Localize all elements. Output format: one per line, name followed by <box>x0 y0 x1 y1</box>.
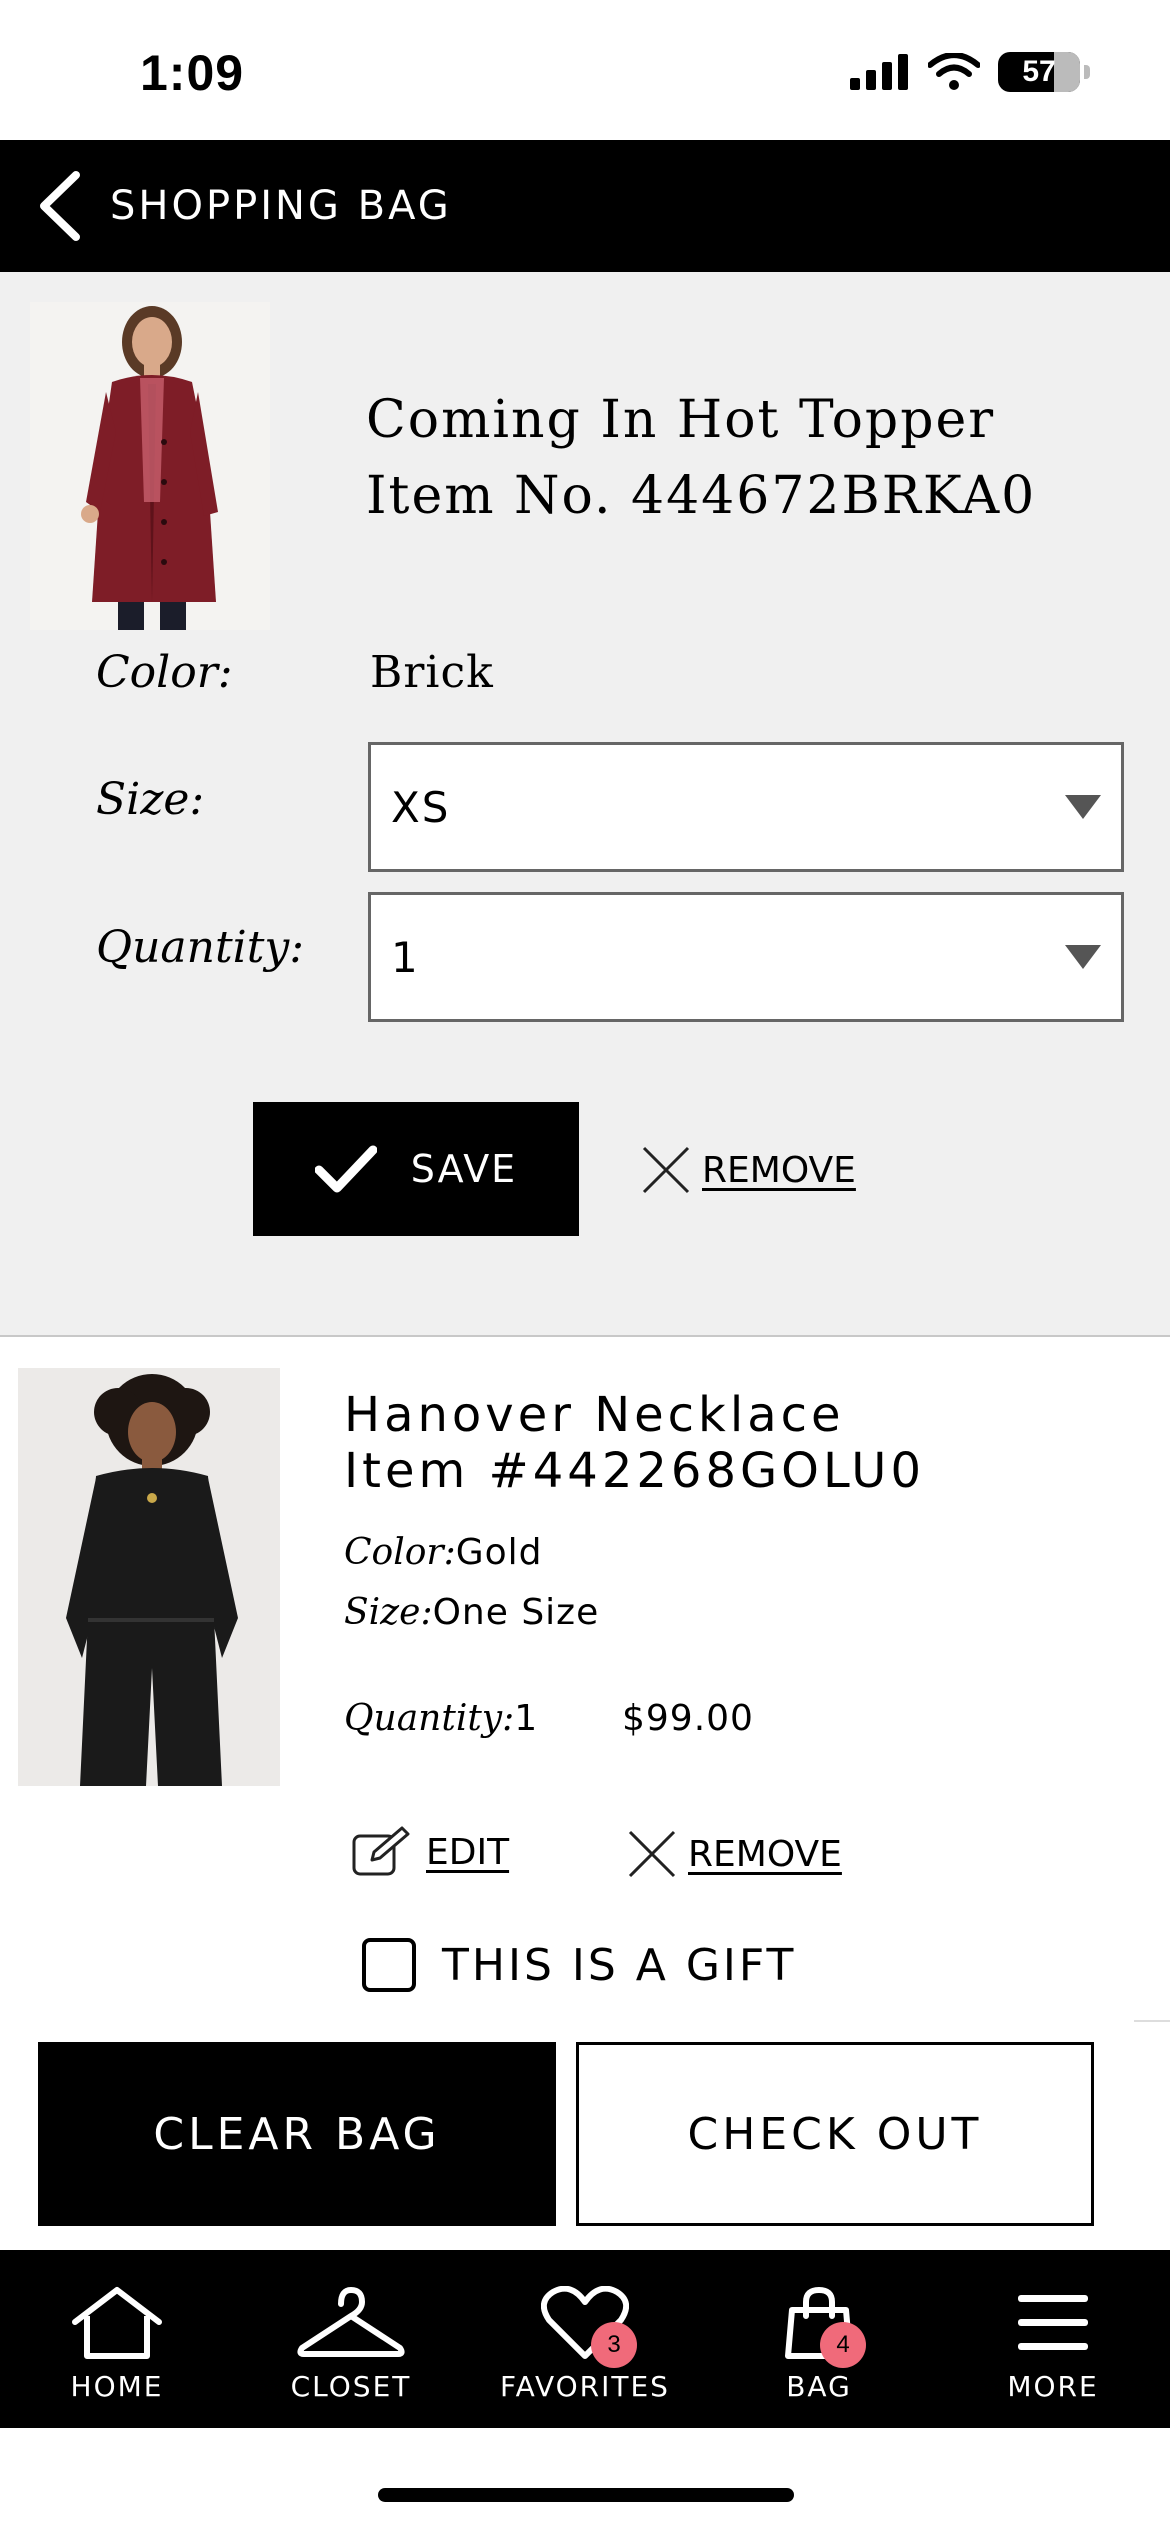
close-icon <box>642 1146 690 1194</box>
clear-bag-button[interactable]: CLEAR BAG <box>38 2042 556 2226</box>
favorites-badge: 3 <box>591 2322 637 2368</box>
size-row: Size:One Size <box>344 1592 599 1633</box>
tab-home[interactable]: HOME <box>0 2250 234 2428</box>
color-value: Brick <box>370 647 494 698</box>
color-row: Color:Gold <box>344 1532 543 1573</box>
tab-label: BAG <box>786 2370 852 2403</box>
remove-button[interactable]: REMOVE <box>626 1828 842 1880</box>
tab-more[interactable]: MORE <box>936 2250 1170 2428</box>
product-name: Hanover Necklace <box>344 1387 845 1443</box>
size-select[interactable]: XS <box>368 742 1124 872</box>
edit-button[interactable]: EDIT <box>350 1826 509 1878</box>
quantity-label: Quantity: <box>344 1698 515 1739</box>
home-icon <box>72 2287 162 2359</box>
bag-badge: 4 <box>820 2322 866 2368</box>
hanger-icon <box>297 2287 405 2357</box>
product-info: Hanover Necklace Item #442268GOLU0 <box>344 1387 925 1499</box>
gift-checkbox[interactable] <box>362 1938 416 1992</box>
status-icons: 57 <box>850 52 1090 92</box>
quantity-label: Quantity: <box>96 922 305 973</box>
checkmark-icon <box>314 1145 377 1193</box>
tab-label: MORE <box>1007 2370 1099 2403</box>
remove-button[interactable]: REMOVE <box>640 1144 856 1196</box>
action-bar: CLEAR BAG CHECK OUT <box>0 2022 1170 2250</box>
product-info: Coming In Hot Topper Item No. 444672BRKA… <box>366 382 1036 534</box>
gift-label: THIS IS A GIFT <box>442 1939 797 1991</box>
product-item-number: Item No. 444672BRKA0 <box>366 466 1037 526</box>
page-title: SHOPPING BAG <box>110 183 452 229</box>
tab-bag[interactable]: 4 BAG <box>702 2250 936 2428</box>
color-label: Color: <box>96 647 233 698</box>
close-icon <box>628 1830 676 1878</box>
product-name: Coming In Hot Topper <box>366 390 996 450</box>
menu-icon <box>1018 2295 1088 2350</box>
price: $99.00 <box>622 1698 754 1739</box>
tab-favorites[interactable]: 3 FAVORITES <box>468 2250 702 2428</box>
chevron-left-icon <box>40 171 80 241</box>
size-select-value: XS <box>391 782 451 832</box>
tab-label: FAVORITES <box>500 2370 670 2403</box>
tab-label: CLOSET <box>290 2370 412 2403</box>
header-bar: SHOPPING BAG <box>0 140 1170 272</box>
edit-button-label: EDIT <box>426 1831 510 1873</box>
status-time: 1:09 <box>140 45 245 101</box>
gift-option: THIS IS A GIFT <box>362 1938 796 1992</box>
remove-button-label: REMOVE <box>702 1149 856 1191</box>
color-value: Gold <box>455 1532 543 1573</box>
battery-level: 57 <box>1022 55 1056 88</box>
back-button[interactable] <box>10 140 110 272</box>
wifi-icon <box>928 53 980 90</box>
quantity-row: Quantity:1 <box>344 1698 538 1739</box>
product-image-coat[interactable] <box>30 302 270 630</box>
quantity-value: 1 <box>514 1698 539 1739</box>
save-button-label: SAVE <box>410 1147 518 1191</box>
edit-item-panel: Coming In Hot Topper Item No. 444672BRKA… <box>0 272 1170 1337</box>
cellular-signal-icon <box>850 54 908 90</box>
save-button[interactable]: SAVE <box>253 1102 579 1236</box>
size-label: Size: <box>344 1592 433 1633</box>
tab-bar: HOME CLOSET 3 FAVORITES 4 BAG MORE <box>0 2250 1170 2428</box>
remove-button-label: REMOVE <box>688 1833 842 1875</box>
edit-icon <box>352 1826 410 1876</box>
size-value: One Size <box>432 1592 600 1633</box>
quantity-select[interactable]: 1 <box>368 892 1124 1022</box>
checkout-button[interactable]: CHECK OUT <box>576 2042 1094 2226</box>
product-image-jumpsuit[interactable] <box>18 1368 280 1786</box>
size-label: Size: <box>96 774 205 825</box>
home-indicator[interactable] <box>378 2488 794 2502</box>
tab-closet[interactable]: CLOSET <box>234 2250 468 2428</box>
product-item-number: Item #442268GOLU0 <box>344 1443 925 1499</box>
caret-down-icon <box>1065 945 1101 969</box>
caret-down-icon <box>1065 795 1101 819</box>
home-indicator-area <box>0 2428 1170 2532</box>
battery-icon: 57 <box>998 52 1080 92</box>
quantity-select-value: 1 <box>391 932 420 982</box>
status-bar: 1:09 57 <box>0 0 1170 140</box>
color-label: Color: <box>344 1532 456 1573</box>
tab-label: HOME <box>70 2370 164 2403</box>
